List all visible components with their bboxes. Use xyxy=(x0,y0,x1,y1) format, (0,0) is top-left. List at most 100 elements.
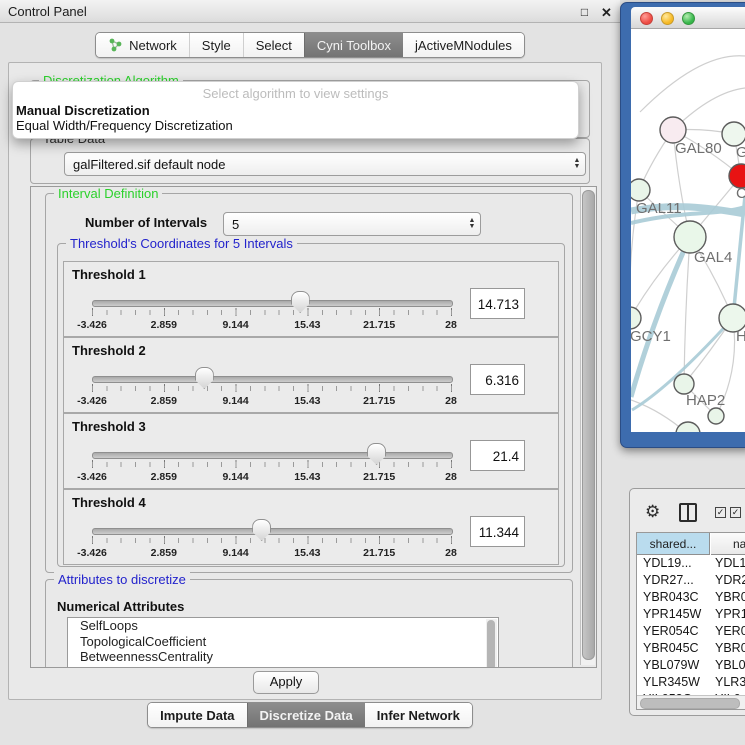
threshold-row: Threshold 4 -3.426 2.859 9.144 15.43 21.… xyxy=(63,489,559,565)
table-horizontal-scrollbar[interactable] xyxy=(637,695,745,709)
minimize-traffic-icon[interactable] xyxy=(661,12,674,25)
table-row[interactable]: YLR345WYLR3 xyxy=(637,674,745,691)
numerical-attributes-label: Numerical Attributes xyxy=(57,599,184,614)
slider-track[interactable] xyxy=(92,452,453,459)
tick-label: 15.43 xyxy=(294,395,320,407)
dropdown-option-equal-width-frequency[interactable]: Equal Width/Frequency Discretization xyxy=(16,118,233,133)
tick-label: -3.426 xyxy=(77,471,107,483)
slider-minor-ticks xyxy=(92,310,452,315)
spinner-icon: ▲▼ xyxy=(464,218,480,230)
threshold-row: Threshold 2 -3.426 2.859 9.144 15.43 21.… xyxy=(63,337,559,413)
close-traffic-icon[interactable] xyxy=(640,12,653,25)
spinner-icon: ▲▼ xyxy=(569,158,585,170)
column-header-shared-name[interactable]: shared... xyxy=(637,533,710,555)
tab-discretize-data[interactable]: Discretize Data xyxy=(247,703,365,727)
table-row[interactable]: YER054CYER0 xyxy=(637,623,745,640)
scrollbar-thumb[interactable] xyxy=(640,698,740,709)
slider-minor-ticks xyxy=(92,462,452,467)
tab-select[interactable]: Select xyxy=(243,33,304,57)
tick-label: 2.859 xyxy=(151,547,177,559)
apply-button[interactable]: Apply xyxy=(253,671,319,694)
slider-track[interactable] xyxy=(92,376,453,383)
tick-label: 28 xyxy=(445,319,457,331)
control-panel-titlebar: Control Panel □ ✕ xyxy=(0,0,620,23)
group-title: Threshold's Coordinates for 5 Intervals xyxy=(66,236,297,251)
list-item[interactable]: TopologicalCoefficient xyxy=(68,634,498,650)
check-icon[interactable]: ✓ xyxy=(730,507,741,518)
tick-label: 15.43 xyxy=(294,471,320,483)
tick-label: 28 xyxy=(445,547,457,559)
node-label: GAL11 xyxy=(636,200,682,217)
threshold-value-field[interactable]: 21.4 xyxy=(470,440,525,471)
network-canvas[interactable]: GAL80 GA C GAL11 GAL4 GCY1 H HAP2 xyxy=(631,29,745,432)
tab-style[interactable]: Style xyxy=(189,33,243,57)
top-tab-bar: Network Style Select Cyni Toolbox jActiv… xyxy=(0,32,620,58)
tick-label: 2.859 xyxy=(151,319,177,331)
table-row[interactable]: YBL079WYBL0 xyxy=(637,657,745,674)
tab-cyni-toolbox[interactable]: Cyni Toolbox xyxy=(304,33,403,57)
tick-label: 9.144 xyxy=(222,395,248,407)
tick-label: -3.426 xyxy=(77,395,107,407)
tick-label: 28 xyxy=(445,471,457,483)
node-table[interactable]: shared... na YDL19...YDL1 YDR27...YDR2 Y… xyxy=(636,532,745,710)
number-of-intervals-value: 5 xyxy=(224,217,464,232)
gear-icon[interactable]: ⚙ xyxy=(645,503,660,520)
screen: Control Panel □ ✕ Network Style Select C… xyxy=(0,0,745,745)
tick-label: 21.715 xyxy=(363,547,395,559)
panel-title: Control Panel xyxy=(8,4,87,19)
tick-label: -3.426 xyxy=(77,319,107,331)
zoom-traffic-icon[interactable] xyxy=(682,12,695,25)
control-panel: Control Panel □ ✕ Network Style Select C… xyxy=(0,0,620,745)
tick-label: 2.859 xyxy=(151,471,177,483)
column-view-icon[interactable] xyxy=(679,503,697,522)
number-of-intervals-label: Number of Intervals xyxy=(85,215,207,230)
tab-jactivemnodules[interactable]: jActiveMNodules xyxy=(403,33,524,57)
node-label: GAL4 xyxy=(694,249,732,266)
tick-label: 9.144 xyxy=(222,471,248,483)
tab-impute-data[interactable]: Impute Data xyxy=(148,703,246,727)
bottom-tab-bar: Impute Data Discretize Data Infer Networ… xyxy=(0,702,620,728)
scrollbar-thumb[interactable] xyxy=(582,190,595,660)
threshold-value-field[interactable]: 6.316 xyxy=(470,364,525,395)
table-panel-titlebar: Table Panel xyxy=(620,448,745,484)
slider-track[interactable] xyxy=(92,528,453,535)
tick-label: 21.715 xyxy=(363,471,395,483)
group-title: Interval Definition xyxy=(54,186,162,201)
check-icon[interactable]: ✓ xyxy=(715,507,726,518)
threshold-label: Threshold 3 xyxy=(72,419,146,434)
number-of-intervals-combobox[interactable]: 5 ▲▼ xyxy=(223,212,481,236)
close-icon[interactable]: ✕ xyxy=(600,6,613,19)
slider-minor-ticks xyxy=(92,538,452,543)
table-row[interactable]: YBR043CYBR0 xyxy=(637,589,745,606)
list-item[interactable]: SelfLoops xyxy=(68,618,498,634)
slider-minor-ticks xyxy=(92,386,452,391)
tab-network-label: Network xyxy=(129,38,177,53)
tab-network[interactable]: Network xyxy=(96,33,189,57)
numerical-attributes-list[interactable]: SelfLoops TopologicalCoefficient Between… xyxy=(67,617,499,668)
tick-label: 9.144 xyxy=(222,319,248,331)
slider-track[interactable] xyxy=(92,300,453,307)
node-label: C xyxy=(736,185,745,202)
float-window-icon[interactable]: □ xyxy=(578,6,591,19)
table-data-combobox[interactable]: galFiltered.sif default node ▲▼ xyxy=(64,152,586,176)
column-header-name[interactable]: na xyxy=(711,533,745,555)
node-label: GA xyxy=(736,144,745,161)
list-scrollbar[interactable] xyxy=(486,619,497,668)
table-row[interactable]: YDL19...YDL1 xyxy=(637,555,745,572)
dropdown-option-manual-discretization[interactable]: Manual Discretization xyxy=(16,103,150,118)
node-label: H xyxy=(736,328,745,345)
settings-scroll-pane: Interval Definition Number of Intervals … xyxy=(30,186,597,668)
table-row[interactable]: YDR27...YDR2 xyxy=(637,572,745,589)
threshold-value-field[interactable]: 14.713 xyxy=(470,288,525,319)
node-label: GCY1 xyxy=(631,328,671,345)
tick-label: 21.715 xyxy=(363,319,395,331)
settings-scrollbar[interactable] xyxy=(580,187,595,665)
list-item[interactable]: BetweennessCentrality xyxy=(68,649,498,665)
dropdown-hint: Select algorithm to view settings xyxy=(13,86,578,101)
table-row[interactable]: YPR145WYPR1 xyxy=(637,606,745,623)
threshold-value-field[interactable]: 11.344 xyxy=(470,516,525,547)
tab-infer-network[interactable]: Infer Network xyxy=(365,703,472,727)
table-row[interactable]: YBR045CYBR0 xyxy=(637,640,745,657)
threshold-label: Threshold 4 xyxy=(72,495,146,510)
network-graph: GAL80 GA C GAL11 GAL4 GCY1 H HAP2 xyxy=(631,29,745,432)
